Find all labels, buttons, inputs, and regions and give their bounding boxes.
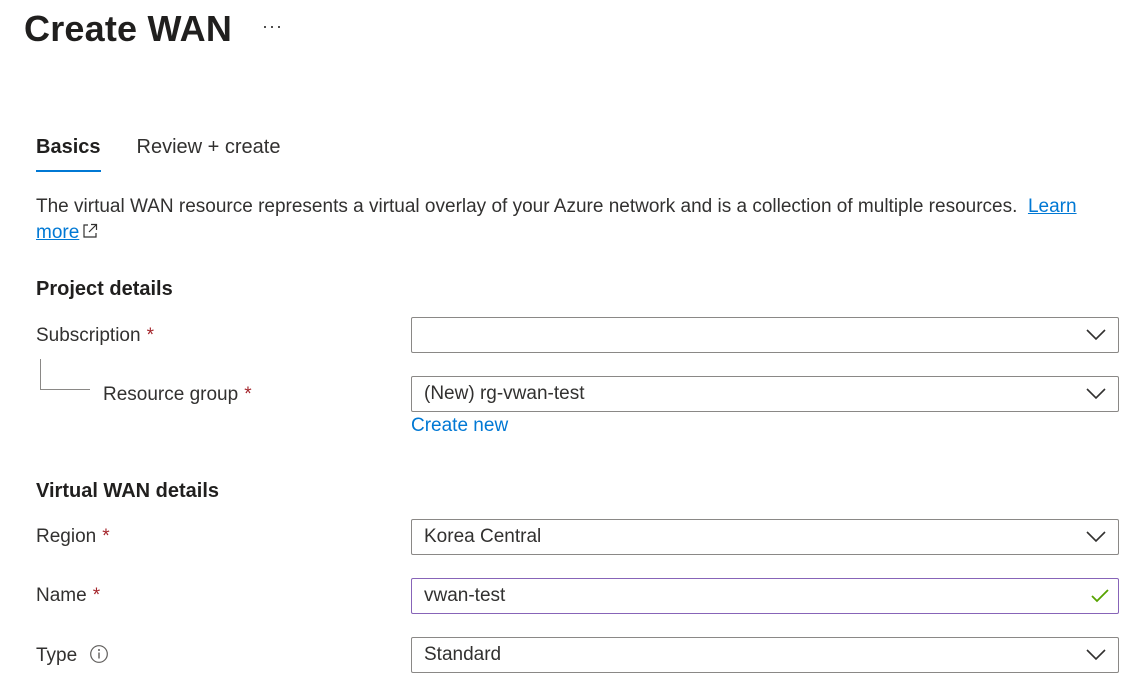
section-virtual-wan-details: Virtual WAN details xyxy=(36,480,220,502)
info-icon[interactable] xyxy=(89,644,109,664)
region-label: Region * xyxy=(36,526,110,547)
ellipsis-icon[interactable]: ··· xyxy=(262,16,283,37)
resource-group-dropdown[interactable]: (New) rg-vwan-test xyxy=(411,376,1119,412)
resource-group-label: Resource group * xyxy=(103,384,252,405)
create-new-link[interactable]: Create new xyxy=(411,415,508,437)
required-asterisk: * xyxy=(146,325,154,346)
type-label: Type xyxy=(36,644,109,667)
external-link-icon xyxy=(83,223,98,238)
checkmark-icon xyxy=(1091,589,1109,603)
region-dropdown[interactable]: Korea Central xyxy=(411,519,1119,555)
required-asterisk: * xyxy=(244,384,252,405)
required-asterisk: * xyxy=(92,585,101,606)
tab-bar: Basics Review + create xyxy=(36,136,281,172)
chevron-down-icon xyxy=(1086,531,1106,543)
description: The virtual WAN resource represents a vi… xyxy=(36,194,1116,246)
section-project-details: Project details xyxy=(36,278,173,300)
subscription-dropdown[interactable] xyxy=(411,317,1119,353)
page-title: Create WAN xyxy=(24,8,233,49)
type-dropdown[interactable]: Standard xyxy=(411,637,1119,673)
chevron-down-icon xyxy=(1086,388,1106,400)
tab-review-create[interactable]: Review + create xyxy=(137,136,281,169)
required-asterisk: * xyxy=(102,526,110,547)
subscription-label: Subscription * xyxy=(36,325,154,346)
name-label: Name * xyxy=(36,585,101,606)
chevron-down-icon xyxy=(1086,649,1106,661)
tab-basics[interactable]: Basics xyxy=(36,136,101,172)
tree-connector xyxy=(40,359,90,390)
name-input[interactable]: vwan-test xyxy=(411,578,1119,614)
description-text: The virtual WAN resource represents a vi… xyxy=(36,196,1018,217)
chevron-down-icon xyxy=(1086,329,1106,341)
